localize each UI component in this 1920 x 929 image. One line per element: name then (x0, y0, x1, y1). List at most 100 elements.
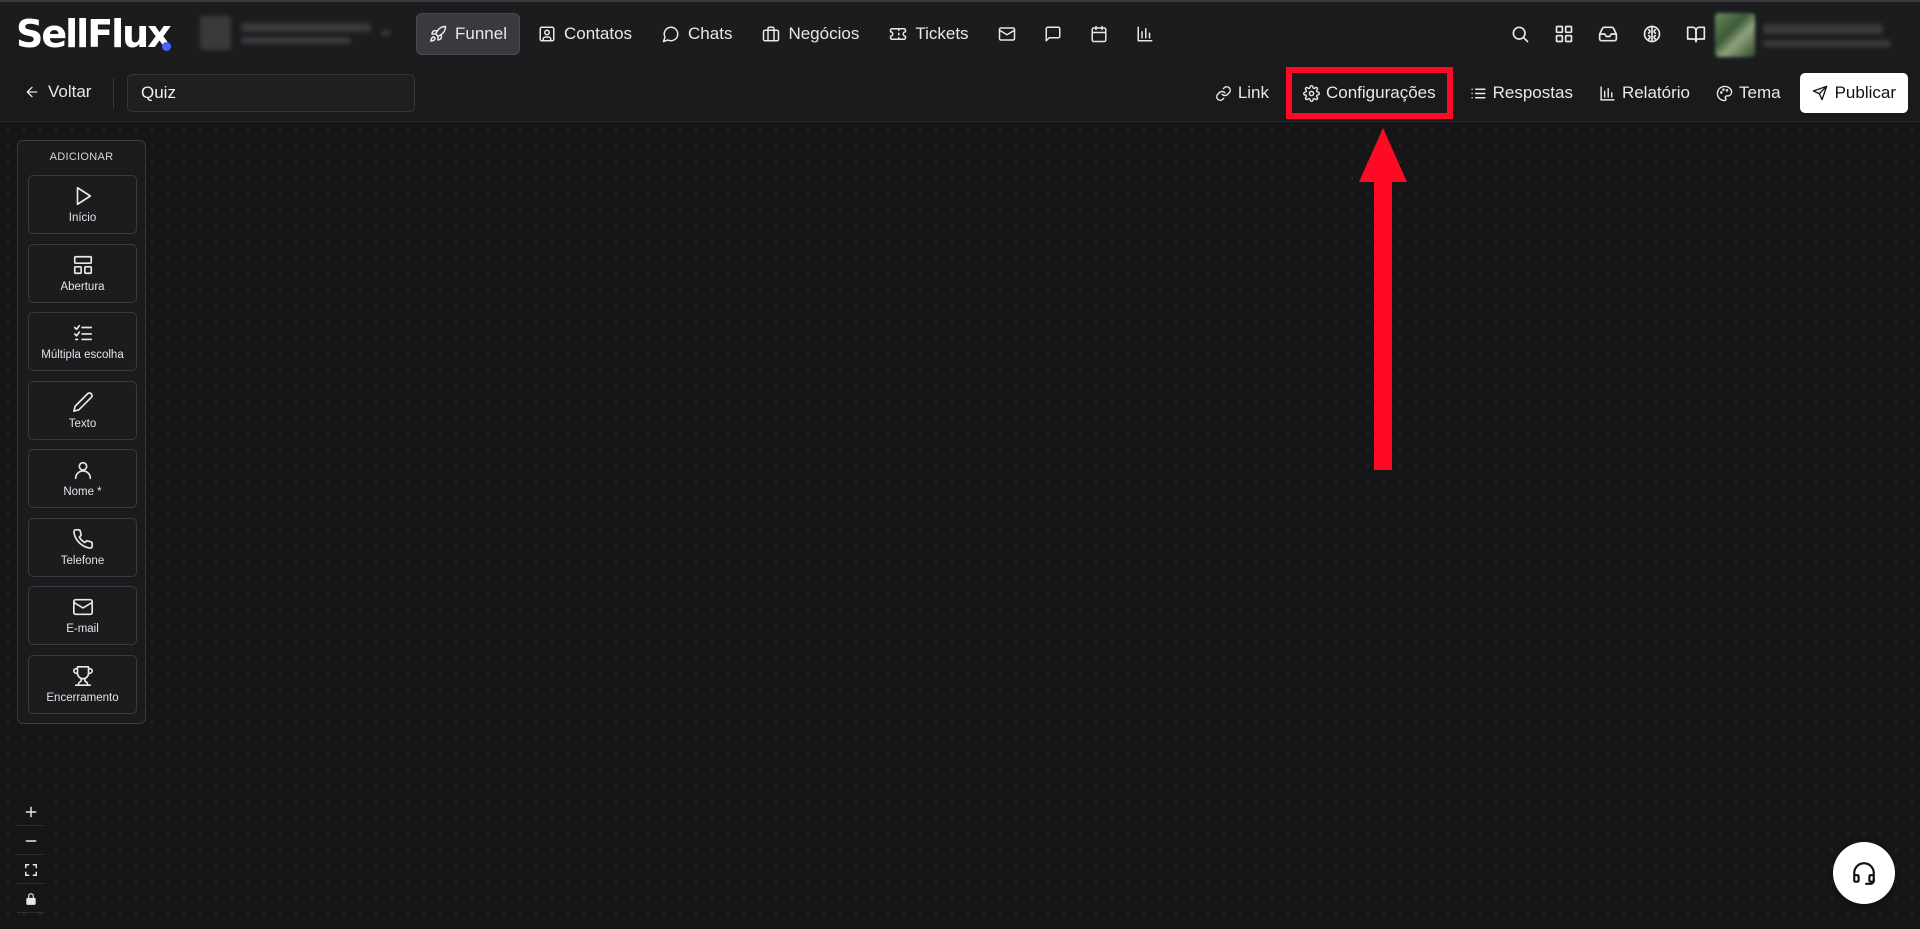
zoom-in-icon (25, 806, 36, 817)
workspace-switcher[interactable] (200, 16, 390, 50)
block-label: Abertura (60, 281, 105, 293)
palette-title: ADICIONAR (49, 151, 114, 163)
block-multipla-escolha[interactable]: Múltipla escolha (28, 312, 137, 371)
avatar (1715, 13, 1755, 57)
theme-label: Tema (1739, 83, 1781, 102)
back-label: Voltar (48, 82, 92, 101)
block-label: Telefone (60, 555, 105, 567)
pencil-icon (72, 392, 93, 412)
lock-icon (25, 892, 36, 905)
calendar-icon (1091, 25, 1107, 43)
main-nav: Funnel Contatos Chats Negócios Tickets (416, 12, 1165, 56)
zoom-out-button[interactable] (17, 827, 44, 855)
workspace-name-redacted (240, 22, 371, 44)
publish-label: Publicar (1834, 83, 1896, 102)
topbar-right-icons (1510, 16, 1750, 52)
block-label: Início (68, 212, 97, 224)
report-label: Relatório (1621, 83, 1690, 102)
chat-bubble-icon (662, 26, 679, 43)
workspace-avatar (200, 16, 231, 50)
fit-view-button[interactable] (17, 856, 44, 884)
nav-item-tickets[interactable]: Tickets (877, 13, 980, 55)
lock-button[interactable] (17, 885, 44, 913)
send-icon (1812, 85, 1827, 101)
nav-mail[interactable] (987, 13, 1027, 55)
block-label: Encerramento (46, 692, 119, 704)
responses-button[interactable]: Respostas (1457, 72, 1586, 114)
nav-reports[interactable] (1125, 13, 1165, 55)
editor-toolbar: Voltar Link Configurações Respostas Rela… (0, 64, 1920, 122)
nav-item-negocios[interactable]: Negócios (750, 13, 871, 55)
message-square-icon (1045, 26, 1061, 42)
nav-label-contatos: Contatos (563, 24, 633, 43)
flow-canvas[interactable] (0, 122, 1920, 929)
user-name-redacted (1763, 23, 1891, 47)
gear-icon (1303, 84, 1320, 102)
mail-icon (72, 598, 93, 616)
block-email[interactable]: E-mail (28, 586, 137, 645)
fit-view-icon (24, 863, 37, 876)
palette-icon (1716, 85, 1733, 101)
publish-button[interactable]: Publicar (1799, 73, 1908, 113)
theme-button[interactable]: Tema (1703, 72, 1794, 114)
phone-icon (72, 529, 93, 549)
settings-label: Configurações (1326, 83, 1436, 102)
block-encerramento[interactable]: Encerramento (28, 655, 137, 714)
briefcase-icon (763, 26, 780, 42)
top-navbar: SellFlux Funnel Contatos Chats Negócios … (0, 0, 1920, 64)
nav-label-chats: Chats (688, 24, 733, 43)
contact-card-icon (539, 26, 555, 42)
user-icon (74, 461, 91, 480)
divider (113, 78, 114, 108)
checklist-icon (73, 324, 92, 341)
apps-grid-icon[interactable] (1554, 24, 1574, 44)
nav-label-funnel: Funnel (455, 24, 507, 43)
rocket-icon (430, 25, 447, 42)
mail-icon (998, 27, 1015, 41)
bar-chart-icon (1600, 85, 1615, 101)
block-label: E-mail (66, 623, 99, 635)
block-abertura[interactable]: Abertura (28, 244, 137, 303)
brain-icon[interactable] (1642, 24, 1662, 44)
link-label: Link (1237, 83, 1269, 102)
settings-button[interactable]: Configurações (1286, 67, 1453, 119)
sellflux-logo[interactable]: SellFlux (16, 12, 172, 56)
responses-label: Respostas (1492, 83, 1573, 102)
nav-messages[interactable] (1033, 13, 1073, 55)
block-telefone[interactable]: Telefone (28, 518, 137, 577)
user-menu[interactable] (1715, 12, 1920, 58)
nav-calendar[interactable] (1079, 13, 1119, 55)
block-texto[interactable]: Texto (28, 381, 137, 440)
annotation-arrow (1359, 128, 1407, 470)
support-chat-button[interactable] (1833, 842, 1895, 904)
back-button[interactable]: Voltar (24, 82, 91, 102)
book-icon[interactable] (1686, 24, 1706, 44)
nav-label-tickets: Tickets (915, 24, 969, 43)
layout-icon (73, 255, 92, 275)
block-inicio[interactable]: Início (28, 175, 137, 234)
link-button[interactable]: Link (1202, 72, 1282, 114)
arrow-left-icon (26, 86, 38, 98)
block-nome[interactable]: Nome * (28, 449, 137, 508)
ticket-icon (890, 28, 907, 40)
chevron-down-icon (380, 30, 390, 36)
block-label: Múltipla escolha (41, 349, 124, 361)
inbox-icon[interactable] (1598, 24, 1618, 44)
headset-icon (1853, 862, 1875, 885)
block-palette: ADICIONAR Início Abertura Múltipla escol… (17, 140, 146, 724)
zoom-out-icon (25, 839, 36, 842)
play-icon (76, 186, 91, 206)
nav-label-negocios: Negócios (788, 24, 860, 43)
report-button[interactable]: Relatório (1586, 72, 1703, 114)
nav-item-chats[interactable]: Chats (650, 13, 744, 55)
link-icon (1215, 85, 1231, 101)
zoom-controls (17, 798, 44, 913)
zoom-in-button[interactable] (17, 798, 44, 826)
search-icon[interactable] (1510, 24, 1530, 44)
logo-dot (162, 42, 171, 51)
block-label: Texto (68, 418, 97, 430)
quiz-title-input[interactable] (127, 74, 415, 112)
nav-item-funnel[interactable]: Funnel (416, 13, 520, 55)
nav-item-contatos[interactable]: Contatos (526, 13, 644, 55)
list-icon (1471, 88, 1486, 98)
